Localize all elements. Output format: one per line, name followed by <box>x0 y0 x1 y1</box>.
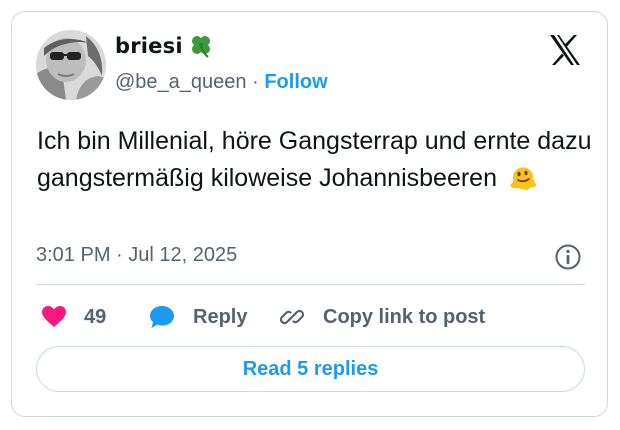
tweet-card: briesi @be_a_queen · Follow Ich bin Mill… <box>11 11 608 417</box>
user-handle[interactable]: @be_a_queen <box>115 71 247 93</box>
divider <box>36 284 585 285</box>
heart-icon <box>42 306 66 327</box>
speech-bubble-icon <box>150 306 174 328</box>
info-icon[interactable] <box>554 243 582 271</box>
like-count: 49 <box>84 305 107 328</box>
display-name[interactable]: briesi <box>115 34 183 58</box>
reply-button[interactable]: Reply <box>148 302 247 332</box>
link-icon <box>279 309 305 325</box>
follow-button[interactable]: Follow <box>264 71 327 93</box>
x-logo-icon[interactable] <box>548 34 582 66</box>
tweet-text: Ich bin Millenial, höre Gangsterrap und … <box>37 123 597 197</box>
copy-link-label: Copy link to post <box>323 305 486 328</box>
post-time: 3:01 PM <box>36 244 111 266</box>
post-date: Jul 12, 2025 <box>128 244 238 266</box>
handle-row: @be_a_queen · Follow <box>115 71 328 94</box>
reply-label: Reply <box>193 305 248 328</box>
melting-face-icon <box>510 167 537 190</box>
handle-separator: · <box>252 71 259 93</box>
four-leaf-clover-icon <box>192 36 210 58</box>
avatar[interactable] <box>36 30 106 100</box>
timestamp-link[interactable]: 3:01 PM · Jul 12, 2025 <box>36 244 237 267</box>
read-replies-button[interactable]: Read 5 replies <box>36 346 585 392</box>
avatar-image <box>36 30 106 100</box>
copy-link-button[interactable]: Copy link to post <box>278 302 485 332</box>
time-separator: · <box>116 244 123 266</box>
like-button[interactable]: 49 <box>41 302 106 332</box>
